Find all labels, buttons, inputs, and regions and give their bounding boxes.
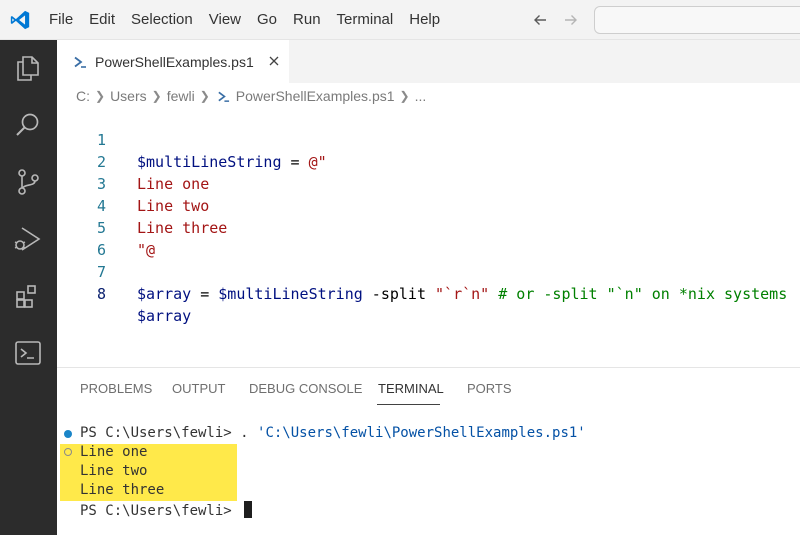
chevron-right-icon: ❯ [199, 89, 210, 103]
explorer-icon[interactable] [13, 53, 43, 83]
menu-terminal[interactable]: Terminal [329, 0, 402, 40]
terminal-prompt: PS C:\Users\fewli> . [80, 425, 258, 441]
menu-help[interactable]: Help [401, 0, 448, 40]
terminal-prompt-line: PS C:\Users\fewli> [80, 501, 253, 520]
menu-go[interactable]: Go [249, 0, 285, 40]
terminal-view-icon[interactable] [13, 338, 43, 368]
terminal-output-line: Line two [80, 463, 148, 479]
command-success-dot-icon[interactable] [64, 430, 72, 438]
title-bar: File Edit Selection View Go Run Terminal… [0, 0, 800, 40]
source-control-icon[interactable] [13, 167, 43, 197]
code-token: "`r`n" [435, 285, 490, 303]
chevron-right-icon: ❯ [399, 89, 410, 103]
search-icon[interactable] [13, 110, 43, 140]
code-line: 7 $array = $multiLineString -split "`r`n… [57, 239, 800, 303]
tab-ports[interactable]: PORTS [467, 381, 512, 396]
extensions-icon[interactable] [13, 281, 43, 311]
breadcrumb-more[interactable]: ... [415, 88, 427, 104]
menu-edit[interactable]: Edit [81, 0, 123, 40]
code-token: $multiLineString [218, 285, 363, 303]
menu-selection[interactable]: Selection [123, 0, 201, 40]
menu-run[interactable]: Run [285, 0, 329, 40]
terminal[interactable]: PS C:\Users\fewli> . 'C:\Users\fewli\Pow… [57, 423, 800, 533]
breadcrumb-users[interactable]: Users [110, 88, 147, 104]
terminal-script-path: 'C:\Users\fewli\PowerShellExamples.ps1' [257, 425, 586, 441]
vscode-logo-icon[interactable] [9, 9, 31, 31]
terminal-prompt: PS C:\Users\fewli> [80, 503, 241, 519]
tab-terminal[interactable]: TERMINAL [378, 381, 444, 396]
code-comment: # or -split "`n" on *nix systems [489, 285, 788, 303]
breadcrumb: C: ❯ Users ❯ fewli ❯ PowerShellExamples.… [76, 86, 426, 106]
command-decoration-icon[interactable] [64, 448, 72, 456]
active-tab-indicator [377, 404, 440, 405]
code-token: = [191, 285, 219, 303]
code-line: 2 Line one [57, 129, 800, 193]
terminal-output-line: Line one [80, 444, 148, 460]
menu-view[interactable]: View [201, 0, 249, 40]
chevron-right-icon: ❯ [151, 89, 162, 103]
powershell-file-icon [218, 91, 229, 102]
forward-arrow-icon[interactable] [561, 10, 581, 30]
code-token: -split [362, 285, 436, 303]
code-line: 5 "@ [57, 195, 800, 259]
back-arrow-icon[interactable] [530, 10, 550, 30]
terminal-cursor [244, 501, 253, 518]
tab-problems[interactable]: PROBLEMS [80, 381, 152, 396]
code-line: 8 $array [57, 261, 800, 325]
panel-tab-strip: PROBLEMS OUTPUT DEBUG CONSOLE TERMINAL P… [57, 368, 800, 408]
activity-bar [0, 40, 57, 535]
code-line: 6 [57, 217, 800, 259]
powershell-file-icon [74, 56, 86, 68]
code-token: $array [137, 285, 192, 303]
breadcrumb-user[interactable]: fewli [167, 88, 195, 104]
tab-label: PowerShellExamples.ps1 [95, 53, 254, 70]
menu-file[interactable]: File [41, 0, 81, 40]
bottom-panel: PROBLEMS OUTPUT DEBUG CONSOLE TERMINAL P… [57, 367, 800, 535]
code-line: 3 Line two [57, 151, 800, 215]
tab-powershell-examples[interactable]: PowerShellExamples.ps1 [57, 40, 289, 83]
terminal-command-line: PS C:\Users\fewli> . 'C:\Users\fewli\Pow… [80, 424, 586, 443]
code-editor[interactable]: 1 $multiLineString = @" 2 Line one 3 Lin… [57, 107, 800, 367]
chevron-right-icon: ❯ [95, 89, 106, 103]
breadcrumb-file[interactable]: PowerShellExamples.ps1 [236, 88, 395, 104]
editor-tab-strip: PowerShellExamples.ps1 [57, 40, 800, 83]
run-debug-icon[interactable] [13, 224, 43, 254]
code-line: 1 $multiLineString = @" [57, 107, 800, 171]
menu-bar: File Edit Selection View Go Run Terminal… [41, 0, 448, 40]
tab-output[interactable]: OUTPUT [172, 381, 225, 396]
code-line: 4 Line three [57, 173, 800, 237]
close-icon[interactable] [267, 54, 281, 68]
tab-debug-console[interactable]: DEBUG CONSOLE [249, 381, 362, 396]
terminal-output-line: Line three [80, 482, 165, 498]
command-center-search[interactable] [594, 6, 800, 34]
breadcrumb-drive[interactable]: C: [76, 88, 90, 104]
line-number: 8 [96, 285, 106, 303]
code-text: $array [137, 307, 192, 325]
